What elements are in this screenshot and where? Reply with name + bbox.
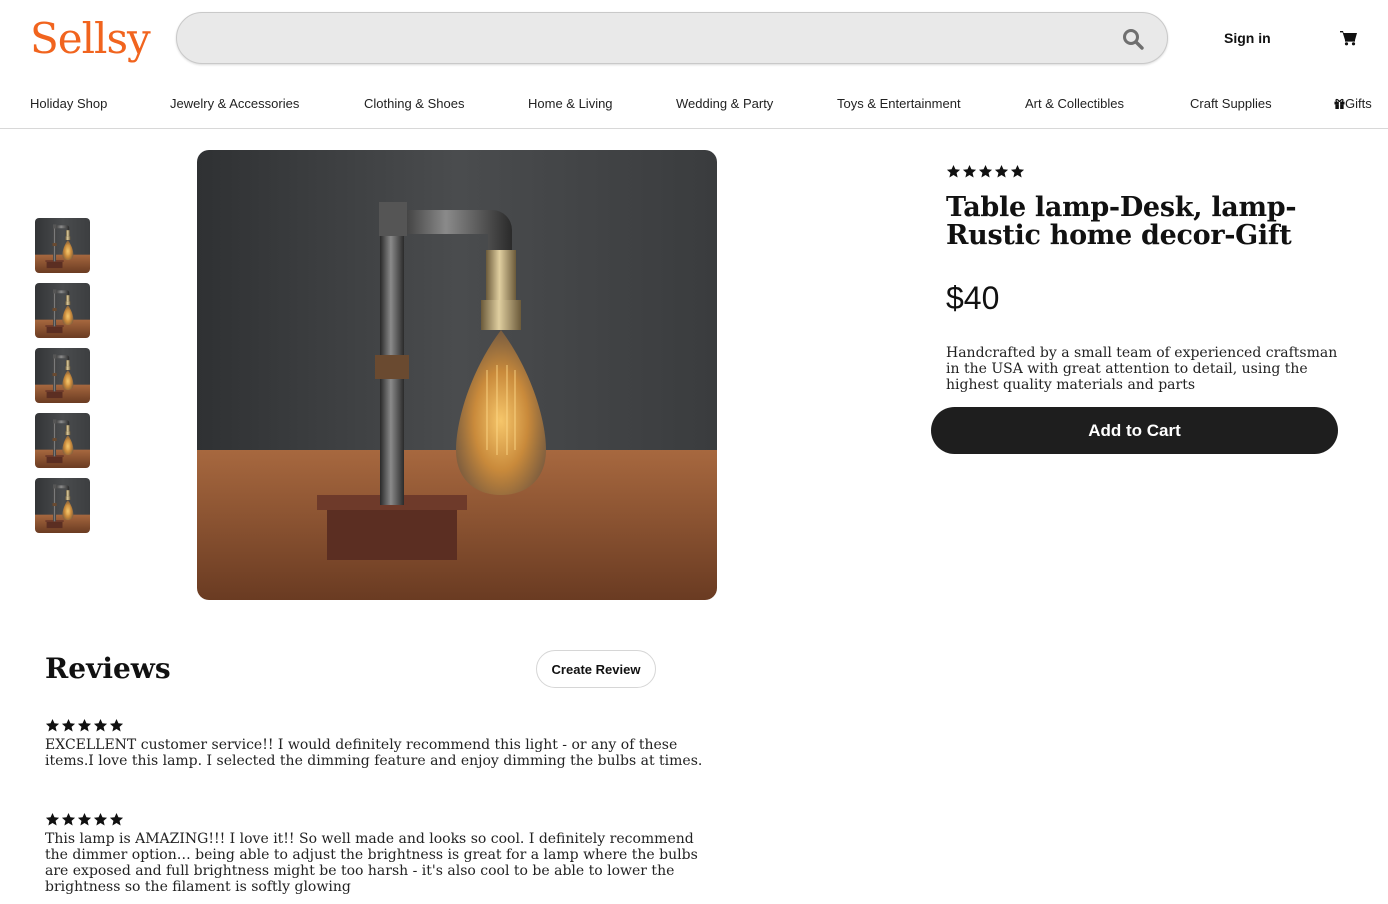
product-rating-stars [946, 164, 1025, 179]
nav-jewelry-accessories[interactable]: Jewelry & Accessories [170, 96, 299, 111]
star-icon [109, 812, 124, 827]
review-item: This lamp is AMAZING!!! I love it!! So w… [45, 812, 717, 895]
nav-craft-supplies[interactable]: Craft Supplies [1190, 96, 1272, 111]
product-price: $40 [946, 280, 1000, 316]
review-item: EXCELLENT customer service!! I would def… [45, 718, 717, 769]
nav-home-living[interactable]: Home & Living [528, 96, 613, 111]
star-icon [978, 164, 993, 179]
product-title: Table lamp-Desk, lamp-Rustic home decor-… [946, 192, 1297, 251]
star-icon [61, 812, 76, 827]
product-thumbnail-5[interactable] [35, 478, 90, 533]
search-icon[interactable] [1121, 27, 1145, 51]
review-rating-stars [45, 812, 717, 827]
star-icon [93, 812, 108, 827]
star-icon [61, 718, 76, 733]
nav-gifts[interactable]: Gifts [1334, 96, 1372, 111]
create-review-button[interactable]: Create Review [536, 650, 656, 688]
nav-art-collectibles[interactable]: Art & Collectibles [1025, 96, 1124, 111]
star-icon [45, 812, 60, 827]
review-text: EXCELLENT customer service!! I would def… [45, 737, 703, 769]
nav-toys-entertainment[interactable]: Toys & Entertainment [837, 96, 961, 111]
star-icon [994, 164, 1009, 179]
product-thumbnail-3[interactable] [35, 348, 90, 403]
gift-icon [1334, 98, 1345, 109]
product-thumbnail-4[interactable] [35, 413, 90, 468]
star-icon [962, 164, 977, 179]
review-text: This lamp is AMAZING!!! I love it!! So w… [45, 831, 698, 895]
category-nav: Holiday Shop Jewelry & Accessories Cloth… [0, 88, 1388, 129]
search-input[interactable] [197, 23, 1117, 55]
reviews-heading: Reviews [45, 652, 171, 685]
star-icon [109, 718, 124, 733]
product-description: Handcrafted by a small team of experienc… [946, 345, 1338, 393]
star-icon [77, 718, 92, 733]
nav-holiday-shop[interactable]: Holiday Shop [30, 96, 107, 111]
product-main-image[interactable] [197, 150, 717, 600]
add-to-cart-button[interactable]: Add to Cart [931, 407, 1338, 454]
product-thumbnail-1[interactable] [35, 218, 90, 273]
site-logo[interactable]: Sellsy [30, 14, 151, 63]
nav-clothing-shoes[interactable]: Clothing & Shoes [364, 96, 464, 111]
nav-wedding-party[interactable]: Wedding & Party [676, 96, 773, 111]
star-icon [946, 164, 961, 179]
product-thumbnail-2[interactable] [35, 283, 90, 338]
sign-in-link[interactable]: Sign in [1224, 30, 1271, 46]
nav-gifts-label: Gifts [1345, 96, 1372, 111]
star-icon [1010, 164, 1025, 179]
shopping-cart-icon[interactable] [1340, 30, 1358, 46]
search-bar[interactable] [176, 12, 1168, 64]
star-icon [93, 718, 108, 733]
star-icon [45, 718, 60, 733]
star-icon [77, 812, 92, 827]
review-rating-stars [45, 718, 717, 733]
